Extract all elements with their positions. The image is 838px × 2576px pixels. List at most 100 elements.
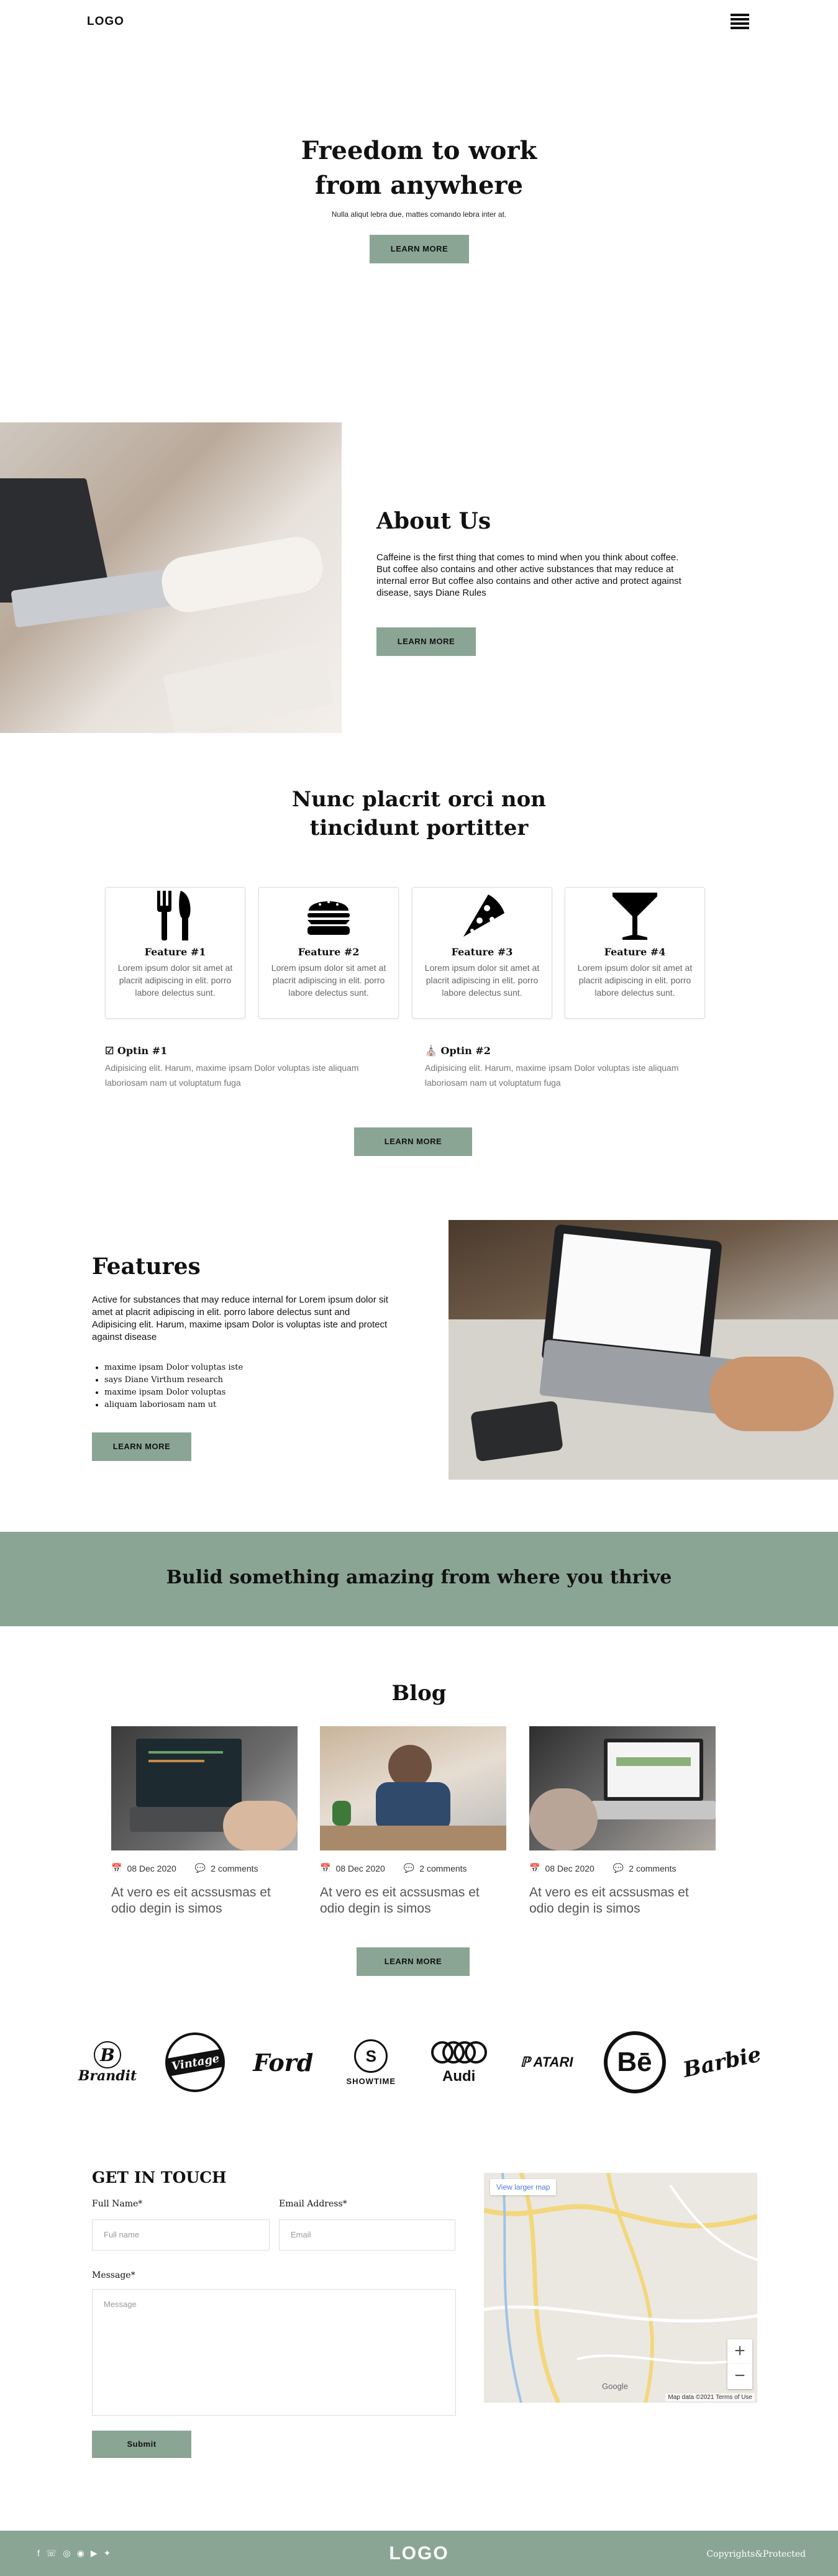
- optin-text: Adipisicing elit. Harum, maxime ipsam Do…: [105, 1063, 359, 1088]
- contact-title: GET IN TOUCH: [92, 2169, 227, 2187]
- email-input[interactable]: Email: [279, 2219, 455, 2251]
- brand-name: SHOWTIME: [346, 2076, 396, 2086]
- about-learn-more-button[interactable]: LEARN MORE: [376, 627, 476, 656]
- submit-button[interactable]: Submit: [92, 2431, 191, 2458]
- feature-card[interactable]: Feature #2 Lorem ipsum dolor sit amet at…: [258, 887, 399, 1019]
- brand-name: Audi: [442, 2067, 476, 2085]
- feature-title: Feature #3: [451, 946, 513, 958]
- view-larger-map-link[interactable]: View larger map: [490, 2179, 557, 2195]
- blog-card[interactable]: 📅 08 Dec 2020 💬 2 comments At vero es eit …: [529, 1726, 716, 1917]
- brand-logo-atari: ℙ ATARI: [512, 2028, 581, 2096]
- burger-icon: [259, 888, 398, 944]
- feature-text: Lorem ipsum dolor sit amet at placrit ad…: [271, 963, 386, 998]
- features-list: maxime ipsam Dolor voluptas iste says Di…: [104, 1362, 243, 1411]
- blog-post-title[interactable]: At vero es eit acssusmas et odio degin i…: [529, 1885, 716, 1917]
- brand-name: ATARI: [533, 2054, 573, 2070]
- blog-learn-more-button[interactable]: LEARN MORE: [357, 1947, 470, 1976]
- blog-image: [529, 1726, 716, 1850]
- blog-card[interactable]: 📅 08 Dec 2020 💬 2 comments At vero es eit …: [111, 1726, 298, 1917]
- email-label: Email Address*: [279, 2199, 347, 2209]
- feature-title: Feature #1: [144, 946, 206, 958]
- hero-learn-more-button[interactable]: LEARN MORE: [370, 235, 469, 263]
- zoom-out-button[interactable]: −: [727, 2364, 752, 2389]
- feature-card[interactable]: Feature #3 Lorem ipsum dolor sit amet at…: [412, 887, 552, 1019]
- features-list-item: maxime ipsam Dolor voluptas iste: [104, 1362, 243, 1374]
- blog-date: 08 Dec 2020: [127, 1863, 176, 1873]
- blog-date: 08 Dec 2020: [335, 1863, 385, 1873]
- feature-title: Feature #2: [298, 946, 360, 958]
- section-learn-more-button[interactable]: LEARN MORE: [354, 1127, 472, 1156]
- optin-item: ☑ Optin #1 Adipisicing elit. Harum, maxi…: [105, 1045, 391, 1090]
- banner: Bulid something amazing from where you t…: [0, 1532, 838, 1626]
- pizza-icon: [412, 888, 552, 944]
- atari-icon: ℙ: [520, 2054, 531, 2070]
- blog-comments[interactable]: 2 comments: [211, 1864, 258, 1873]
- google-logo: Google: [602, 2382, 628, 2391]
- optin-title: Optin #1: [117, 1045, 168, 1057]
- brand-logo-audi: Audi: [425, 2028, 493, 2096]
- about-title: About Us: [376, 508, 491, 534]
- comment-icon: 💬: [403, 1863, 415, 1873]
- optin-text: Adipisicing elit. Harum, maxime ipsam Do…: [425, 1063, 679, 1088]
- calendar-icon: 📅: [111, 1863, 122, 1873]
- fullname-label: Full Name*: [92, 2199, 143, 2209]
- brand-name: Ford: [253, 2048, 314, 2077]
- blog-date: 08 Dec 2020: [545, 1863, 594, 1873]
- cocktail-icon: [565, 888, 704, 944]
- feature-text: Lorem ipsum dolor sit amet at placrit ad…: [424, 963, 540, 998]
- map[interactable]: View larger map + − Google Map data ©202…: [484, 2173, 757, 2403]
- blog-image: [320, 1726, 506, 1850]
- banner-text: Bulid something amazing from where you t…: [166, 1567, 672, 1588]
- feature-title: Feature #4: [604, 946, 666, 958]
- section-title: Nunc placrit orci non tincidunt portitte…: [0, 785, 838, 842]
- feature-text: Lorem ipsum dolor sit amet at placrit ad…: [577, 963, 693, 998]
- comment-icon: 💬: [194, 1863, 206, 1873]
- footer: f ☏ ◎ ◉ ▶ ✦ LOGO Copyrights&Protected: [0, 2531, 838, 2576]
- brand-logo-vintage: Vintage: [161, 2028, 229, 2096]
- cutlery-icon: [106, 888, 245, 944]
- map-attribution[interactable]: Map data ©2021 Terms of Use: [665, 2393, 755, 2401]
- brand-logos: B Brandit Vintage Ford S SHOWTIME Audi ℙ…: [73, 2025, 764, 2100]
- calendar-icon: 📅: [529, 1863, 540, 1873]
- message-textarea[interactable]: Message: [92, 2289, 456, 2416]
- brand-logo-ford: Ford: [249, 2028, 317, 2096]
- hero-title-line2: from anywhere: [315, 171, 523, 200]
- blog-image: [111, 1726, 298, 1850]
- section-title-line1: Nunc placrit orci non: [291, 787, 546, 812]
- brand-logo-barbie: Barbie: [681, 2028, 764, 2096]
- fullname-input[interactable]: Full name: [92, 2219, 270, 2251]
- features-list-item: maxime ipsam Dolor voluptas: [104, 1386, 243, 1399]
- message-label: Message*: [92, 2270, 135, 2280]
- features-image: [449, 1220, 838, 1480]
- brand-logo-brandit: B Brandit: [73, 2028, 142, 2096]
- bank-icon: ⛪: [425, 1045, 437, 1057]
- header: LOGO: [0, 0, 838, 45]
- section-title-line2: tincidunt portitter: [309, 816, 529, 840]
- features-list-item: aliquam laboriosam nam ut: [104, 1399, 243, 1411]
- hero-title-line1: Freedom to work: [301, 136, 537, 165]
- brand-name: Bē: [603, 2031, 666, 2093]
- blog-comments[interactable]: 2 comments: [629, 1864, 676, 1873]
- brand-name: Barbie: [681, 2042, 764, 2083]
- feature-card[interactable]: Feature #1 Lorem ipsum dolor sit amet at…: [105, 887, 245, 1019]
- zoom-in-button[interactable]: +: [727, 2339, 752, 2364]
- copyright-text: Copyrights&Protected: [706, 2549, 806, 2559]
- features-learn-more-button[interactable]: LEARN MORE: [92, 1432, 191, 1461]
- blog-post-title[interactable]: At vero es eit acssusmas et odio degin i…: [320, 1885, 506, 1917]
- brand-logo-behance: Bē: [601, 2028, 669, 2096]
- blog-card[interactable]: 📅 08 Dec 2020 💬 2 comments At vero es eit …: [320, 1726, 506, 1917]
- hero-title: Freedom to work from anywhere: [0, 134, 838, 203]
- brand-name: Vintage: [166, 2048, 225, 2077]
- about-image: [0, 422, 342, 733]
- hamburger-menu-icon[interactable]: [731, 14, 749, 30]
- features-list-item: says Diane Virthum research: [104, 1374, 243, 1386]
- optin-item: ⛪ Optin #2 Adipisicing elit. Harum, maxi…: [425, 1045, 711, 1090]
- feature-card[interactable]: Feature #4 Lorem ipsum dolor sit amet at…: [565, 887, 705, 1019]
- tag-icon: ☑: [105, 1045, 114, 1057]
- blog-post-title[interactable]: At vero es eit acssusmas et odio degin i…: [111, 1885, 298, 1917]
- comment-icon: 💬: [613, 1863, 624, 1873]
- logo[interactable]: LOGO: [87, 15, 124, 29]
- feature-text: Lorem ipsum dolor sit amet at placrit ad…: [117, 963, 233, 998]
- blog-comments[interactable]: 2 comments: [419, 1864, 467, 1873]
- features-title: Features: [92, 1254, 201, 1280]
